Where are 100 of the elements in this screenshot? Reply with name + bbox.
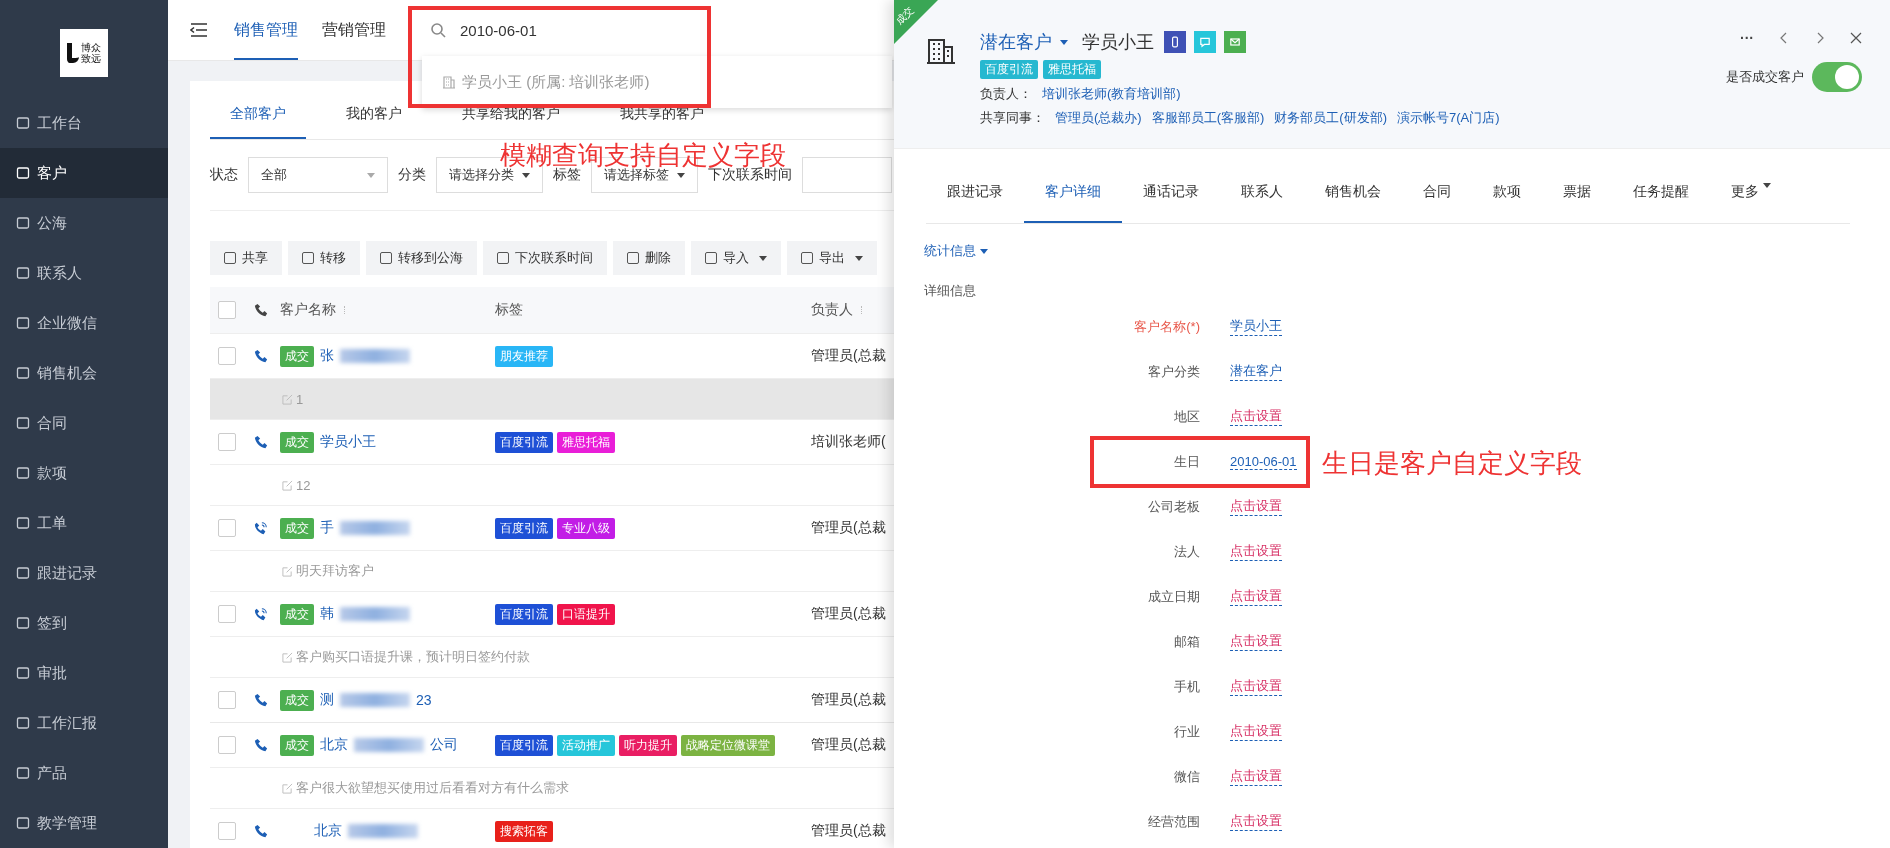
detail-tab[interactable]: 票据 bbox=[1542, 183, 1612, 223]
toggle-switch[interactable] bbox=[1812, 62, 1862, 92]
customer-name-link[interactable]: 北京 bbox=[320, 736, 348, 754]
stats-dropdown[interactable]: 统计信息 bbox=[924, 242, 988, 260]
phone-icon[interactable] bbox=[254, 435, 268, 449]
sidebar-item[interactable]: 款项 bbox=[0, 448, 168, 498]
sidebar-item[interactable]: 产品 bbox=[0, 748, 168, 798]
note-text: 客户购买口语提升课，预计明日签约付款 bbox=[296, 648, 530, 666]
close-icon[interactable] bbox=[1850, 32, 1862, 44]
edit-icon[interactable] bbox=[282, 651, 293, 663]
nav-tab[interactable]: 营销管理 bbox=[322, 0, 386, 60]
sidebar-item[interactable]: 签到 bbox=[0, 598, 168, 648]
sidebar-item[interactable]: 公海 bbox=[0, 198, 168, 248]
checkbox[interactable] bbox=[218, 301, 236, 319]
message-icon[interactable] bbox=[1194, 31, 1216, 53]
mobile-icon[interactable] bbox=[1164, 31, 1186, 53]
checkbox[interactable] bbox=[218, 605, 236, 623]
square-icon bbox=[16, 566, 30, 580]
checkbox[interactable] bbox=[218, 736, 236, 754]
phone-icon[interactable] bbox=[254, 693, 268, 707]
detail-tab[interactable]: 跟进记录 bbox=[926, 183, 1024, 223]
detail-tab[interactable]: 客户详细 bbox=[1024, 183, 1122, 223]
field-value-link[interactable]: 点击设置 bbox=[1230, 407, 1282, 426]
customer-name-link[interactable]: 23 bbox=[416, 692, 432, 708]
status-select[interactable]: 全部 bbox=[248, 157, 388, 193]
toolbar-button[interactable]: 转移 bbox=[288, 241, 360, 275]
detail-tab[interactable]: 任务提醒 bbox=[1612, 183, 1710, 223]
sidebar-item[interactable]: 客户 bbox=[0, 148, 168, 198]
field-value-link[interactable]: 2010-06-01 bbox=[1230, 454, 1297, 470]
detail-tab[interactable]: 更多 bbox=[1710, 183, 1792, 223]
sidebar-item[interactable]: 销售机会 bbox=[0, 348, 168, 398]
colleague-link[interactable]: 财务部员工(研发部) bbox=[1274, 109, 1387, 127]
customer-name-link[interactable]: 手 bbox=[320, 519, 334, 537]
checkbox[interactable] bbox=[218, 519, 236, 537]
owner-link[interactable]: 培训张老师(教育培训部) bbox=[1042, 85, 1181, 103]
customer-name-link[interactable]: 学员小王 bbox=[320, 433, 376, 451]
customer-name-link[interactable]: 公司 bbox=[430, 736, 458, 754]
phone-icon[interactable] bbox=[254, 349, 268, 363]
phone-ringing-icon[interactable] bbox=[254, 607, 268, 621]
filter-label: 标签 bbox=[553, 166, 581, 184]
colleague-link[interactable]: 客服部员工(客服部) bbox=[1151, 109, 1265, 127]
detail-tab[interactable]: 合同 bbox=[1402, 183, 1472, 223]
column-header[interactable]: 客户名称 bbox=[280, 301, 495, 319]
customer-name-link[interactable]: 测 bbox=[320, 691, 334, 709]
category-dropdown[interactable]: 潜在客户 bbox=[980, 30, 1068, 54]
field-value-link[interactable]: 学员小王 bbox=[1230, 317, 1282, 336]
edit-icon[interactable] bbox=[282, 393, 293, 405]
colleague-link[interactable]: 演示帐号7(A门店) bbox=[1397, 109, 1500, 127]
checkbox[interactable] bbox=[218, 433, 236, 451]
nav-tab[interactable]: 销售管理 bbox=[234, 0, 298, 60]
date-field[interactable] bbox=[802, 157, 892, 193]
checkbox[interactable] bbox=[218, 822, 236, 840]
checkbox[interactable] bbox=[218, 347, 236, 365]
sidebar-item[interactable]: 合同 bbox=[0, 398, 168, 448]
sidebar-item[interactable]: 联系人 bbox=[0, 248, 168, 298]
mail-icon[interactable] bbox=[1224, 31, 1246, 53]
field-label: 经营范围 bbox=[1147, 812, 1200, 831]
sidebar-item[interactable]: 工作汇报 bbox=[0, 698, 168, 748]
field-value-link[interactable]: 点击设置 bbox=[1230, 812, 1282, 831]
field-value-link[interactable]: 点击设置 bbox=[1230, 632, 1282, 651]
detail-tab[interactable]: 通话记录 bbox=[1122, 183, 1220, 223]
field-value-link[interactable]: 点击设置 bbox=[1230, 722, 1282, 741]
list-tab[interactable]: 我的客户 bbox=[326, 105, 422, 139]
toolbar-button[interactable]: 转移到公海 bbox=[366, 241, 477, 275]
field-label: 行业 bbox=[1173, 722, 1200, 741]
toolbar-button[interactable]: 导出 bbox=[787, 241, 877, 275]
more-button[interactable]: ··· bbox=[1740, 30, 1754, 46]
field-value-link[interactable]: 点击设置 bbox=[1230, 497, 1282, 516]
field-value-link[interactable]: 潜在客户 bbox=[1230, 362, 1282, 381]
toolbar-button[interactable]: 导入 bbox=[691, 241, 781, 275]
field-value-link[interactable]: 点击设置 bbox=[1230, 587, 1282, 606]
sidebar-item[interactable]: 企业微信 bbox=[0, 298, 168, 348]
detail-tab[interactable]: 款项 bbox=[1472, 183, 1542, 223]
list-tab[interactable]: 全部客户 bbox=[210, 105, 306, 139]
customer-name-link[interactable]: 韩 bbox=[320, 605, 334, 623]
sidebar-item[interactable]: 工作台 bbox=[0, 98, 168, 148]
edit-icon[interactable] bbox=[282, 565, 293, 577]
checkbox[interactable] bbox=[218, 691, 236, 709]
detail-tab[interactable]: 联系人 bbox=[1220, 183, 1304, 223]
field-value-link[interactable]: 点击设置 bbox=[1230, 767, 1282, 786]
phone-icon[interactable] bbox=[254, 824, 268, 838]
column-header[interactable]: 负责人 bbox=[811, 301, 866, 319]
sidebar-item[interactable]: 跟进记录 bbox=[0, 548, 168, 598]
toolbar-button[interactable]: 删除 bbox=[613, 241, 685, 275]
sidebar-item[interactable]: 教学管理 bbox=[0, 798, 168, 848]
edit-icon[interactable] bbox=[282, 782, 293, 794]
detail-tab[interactable]: 销售机会 bbox=[1304, 183, 1402, 223]
colleague-link[interactable]: 管理员(总裁办) bbox=[1055, 109, 1142, 127]
menu-icon[interactable] bbox=[190, 23, 208, 37]
toolbar-button[interactable]: 下次联系时间 bbox=[483, 241, 607, 275]
customer-name-link[interactable]: 张 bbox=[320, 347, 334, 365]
phone-ringing-icon[interactable] bbox=[254, 521, 268, 535]
phone-icon[interactable] bbox=[254, 738, 268, 752]
customer-name-link[interactable]: 北京 bbox=[314, 822, 342, 840]
field-value-link[interactable]: 点击设置 bbox=[1230, 542, 1282, 561]
sidebar-item[interactable]: 审批 bbox=[0, 648, 168, 698]
edit-icon[interactable] bbox=[282, 479, 293, 491]
toolbar-button[interactable]: 共享 bbox=[210, 241, 282, 275]
field-value-link[interactable]: 点击设置 bbox=[1230, 677, 1282, 696]
sidebar-item[interactable]: 工单 bbox=[0, 498, 168, 548]
